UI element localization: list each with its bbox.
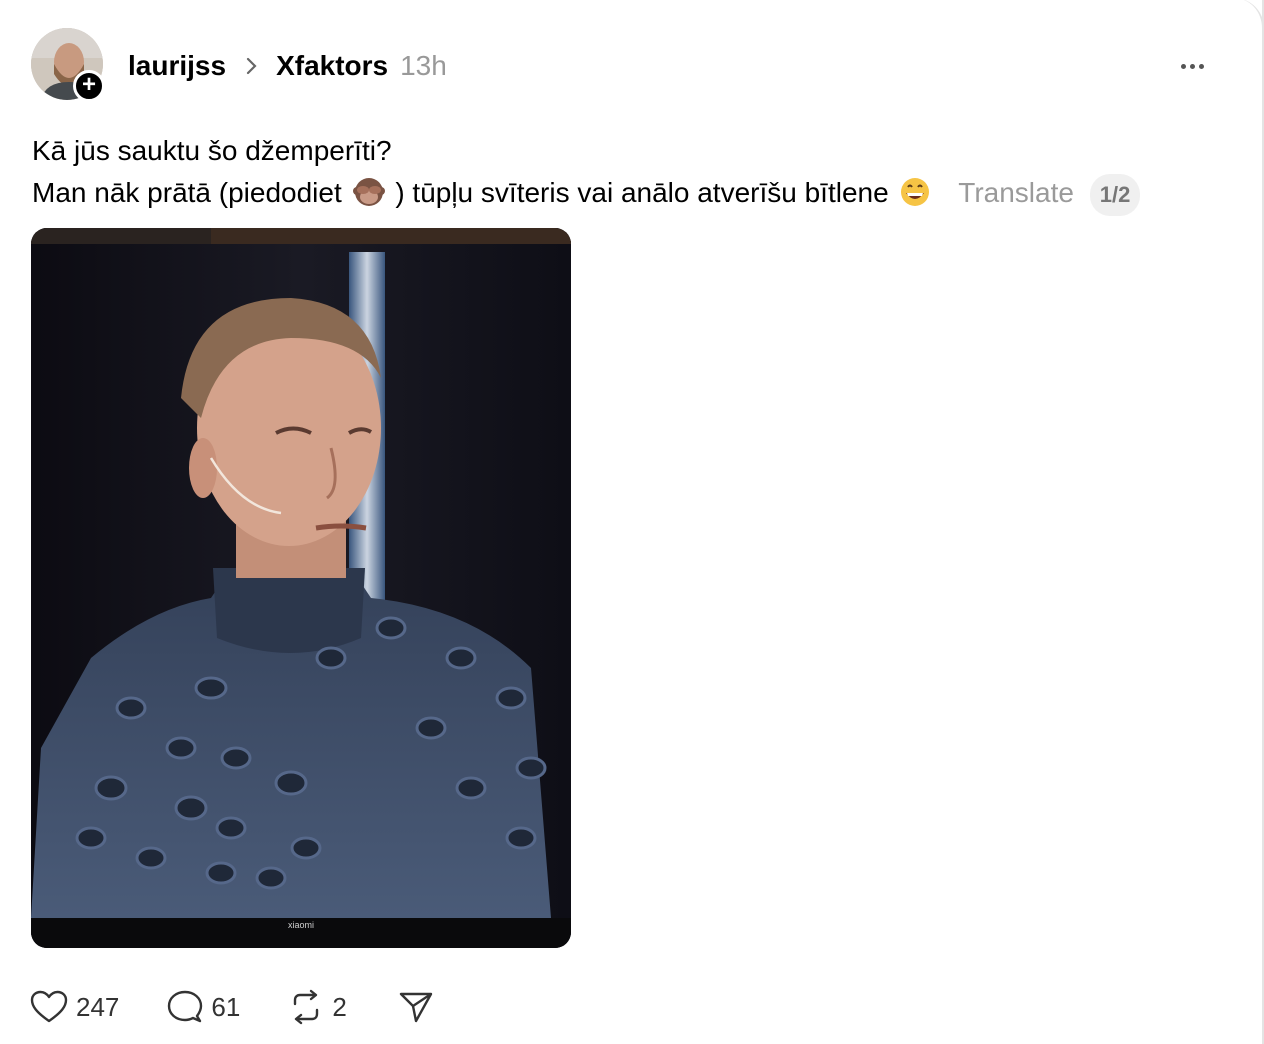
grinning-face-icon xyxy=(901,178,930,206)
card-corner xyxy=(1222,0,1264,38)
more-dot xyxy=(1189,63,1195,69)
like-button[interactable]: 247 xyxy=(30,990,119,1024)
chevron-right-icon xyxy=(246,56,258,76)
post-text-line-2-start: Man nāk prātā (piedodiet xyxy=(32,177,342,208)
translate-link[interactable]: Translate xyxy=(958,177,1074,208)
post-card: + laurijss Xfaktors 13h Kā jūs sauktu šo… xyxy=(0,0,1264,1044)
post-text-line-2: Man nāk prātā (piedodiet ) tūpļu svīteri… xyxy=(32,172,1141,216)
post-text: Kā jūs sauktu šo džemperīti? Man nāk prā… xyxy=(32,130,1141,216)
community-name[interactable]: Xfaktors xyxy=(276,50,388,82)
share-button[interactable] xyxy=(399,990,433,1024)
more-options-button[interactable] xyxy=(1172,56,1212,76)
media-page-indicator: 1/2 xyxy=(1089,173,1141,216)
follow-plus-icon[interactable]: + xyxy=(73,70,105,102)
repost-icon xyxy=(294,989,319,1025)
comment-icon xyxy=(168,990,203,1023)
heart-icon xyxy=(30,990,68,1023)
tv-brand-label: xiaomi xyxy=(288,920,314,930)
post-text-line-1: Kā jūs sauktu šo džemperīti? xyxy=(32,135,392,166)
repost-count: 2 xyxy=(332,991,347,1022)
post-image[interactable]: xiaomi xyxy=(31,228,571,948)
action-bar: 247 61 2 xyxy=(30,985,433,1029)
avatar-container[interactable]: + xyxy=(31,28,105,102)
post-timestamp[interactable]: 13h xyxy=(400,50,447,82)
more-dot xyxy=(1180,63,1186,69)
like-count: 247 xyxy=(76,991,120,1022)
send-icon xyxy=(399,992,432,1023)
post-text-line-2-end: ) tūpļu svīteris vai anālo atverīšu bītl… xyxy=(395,177,889,208)
reply-button[interactable]: 61 xyxy=(167,989,240,1025)
repost-button[interactable]: 2 xyxy=(288,989,347,1025)
see-no-evil-monkey-icon xyxy=(352,178,385,206)
username[interactable]: laurijss xyxy=(128,50,226,82)
post-header: laurijss Xfaktors 13h xyxy=(128,46,447,86)
more-dot xyxy=(1198,63,1204,69)
reply-count: 61 xyxy=(211,991,241,1022)
post-image-illustration: xiaomi xyxy=(31,228,571,948)
